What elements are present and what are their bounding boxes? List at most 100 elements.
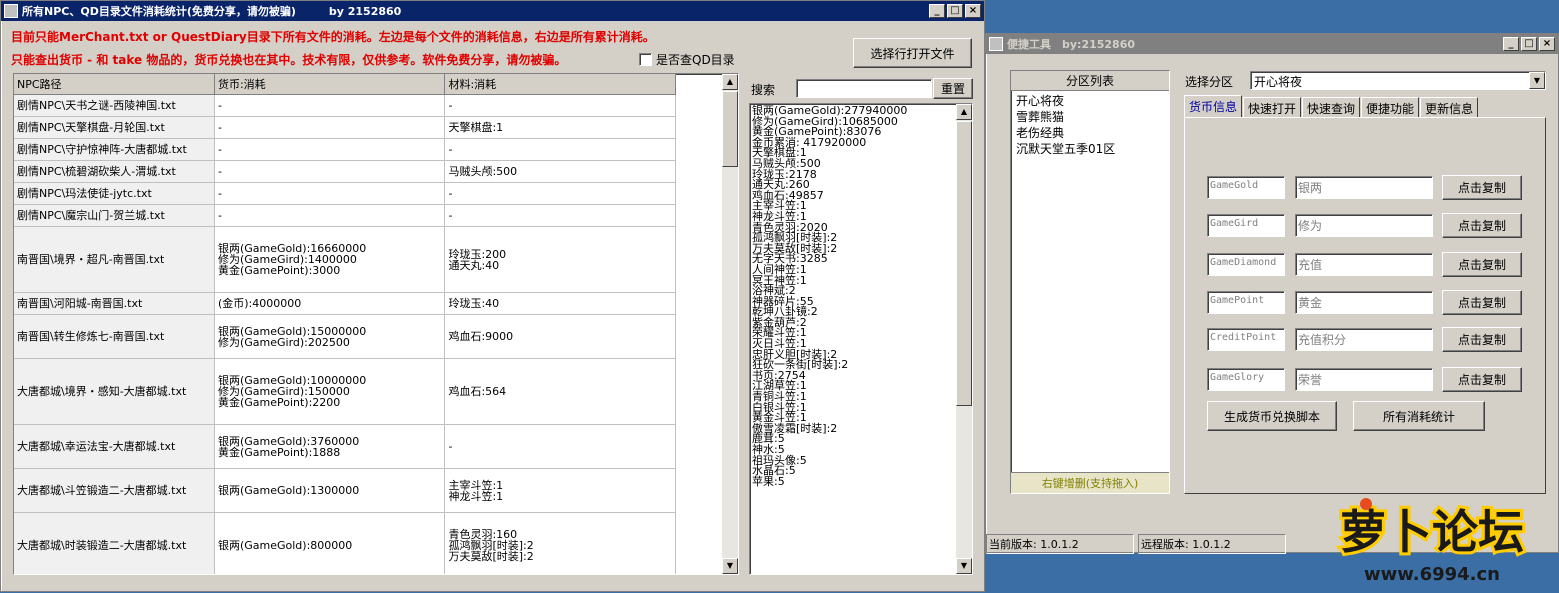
- scroll-thumb[interactable]: [722, 91, 738, 167]
- currency-code-field[interactable]: GamePoint: [1207, 291, 1285, 314]
- tool-maximize-icon[interactable]: □: [1521, 37, 1537, 51]
- table-row[interactable]: 剧情NPC\魔宗山门-贺兰城.txt - -: [14, 204, 676, 227]
- table-row[interactable]: 大唐都城\幸运法宝-大唐都城.txt 银两(GameGold):3760000 黄…: [14, 424, 676, 469]
- watermark-url: www.6994.cn: [1364, 564, 1500, 585]
- totals-text: 银两(GameGold):277940000 修为(GameGird):10685…: [750, 104, 972, 489]
- row-path-cell: 大唐都城\境界・感知-大唐都城.txt: [14, 358, 215, 425]
- totals-scroll-thumb[interactable]: [956, 121, 972, 406]
- totals-scrollbar[interactable]: ▲ ▼: [956, 104, 972, 574]
- zone-item[interactable]: 沉默天堂五季01区: [1016, 141, 1164, 157]
- zone-item[interactable]: 开心将夜: [1016, 93, 1164, 109]
- copy-button[interactable]: 点击复制: [1442, 367, 1522, 392]
- row-path-cell: 剧情NPC\天擎棋盘-月轮国.txt: [14, 116, 215, 139]
- currency-name-field[interactable]: 充值积分: [1295, 328, 1433, 351]
- row-currency-cell: -: [214, 160, 446, 183]
- npc-table: NPC路径 货币:消耗 材料:消耗 剧情NPC\天书之谜-西陵神国.txt - - 剧…: [13, 73, 739, 575]
- row-path-cell: 剧情NPC\梳碧湖砍柴人-渭城.txt: [14, 160, 215, 183]
- tool-minimize-icon[interactable]: _: [1503, 37, 1519, 51]
- scroll-down-icon[interactable]: ▼: [722, 558, 738, 574]
- tool-titlebar[interactable]: 便捷工具 by:2152860 _ □ ×: [986, 34, 1558, 54]
- copy-button[interactable]: 点击复制: [1442, 213, 1522, 238]
- currency-code-field[interactable]: GameGlory: [1207, 368, 1285, 391]
- tool-app-icon: [989, 37, 1003, 51]
- search-input[interactable]: [796, 79, 932, 98]
- open-file-button[interactable]: 选择行打开文件: [853, 38, 972, 68]
- zone-list: 分区列表 开心将夜 雪葬熊猫 老伤经典 沉默天堂五季01区 右键增删(支持拖入): [1010, 70, 1170, 494]
- currency-name-field[interactable]: 荣誉: [1295, 368, 1433, 391]
- currency-name-field[interactable]: 银两: [1295, 176, 1433, 199]
- currency-name-field[interactable]: 修为: [1295, 214, 1433, 237]
- tool-close-icon[interactable]: ×: [1539, 37, 1555, 51]
- all-stats-button[interactable]: 所有消耗统计: [1353, 401, 1485, 431]
- totals-list: 银两(GameGold):277940000 修为(GameGird):10685…: [749, 103, 973, 575]
- main-titlebar[interactable]: 所有NPC、QD目录文件消耗统计(免费分享，请勿被骗) by 2152860 _…: [1, 1, 984, 21]
- tool-window: 便捷工具 by:2152860 _ □ × 分区列表 开心将夜 雪葬熊猫 老伤经典沉…: [985, 33, 1559, 554]
- copy-button[interactable]: 点击复制: [1442, 252, 1522, 277]
- reset-button[interactable]: 重置: [933, 78, 973, 99]
- zone-item[interactable]: 雪葬熊猫: [1016, 109, 1164, 125]
- main-window-title: 所有NPC、QD目录文件消耗统计(免费分享，请勿被骗) by 2152860: [22, 5, 402, 18]
- row-material-cell: 主宰斗笠:1 神龙斗笠:1: [444, 468, 676, 513]
- currency-code-field[interactable]: GameDiamond: [1207, 253, 1285, 276]
- zone-item[interactable]: 老伤经典: [1016, 125, 1164, 141]
- checkbox-box[interactable]: [639, 53, 652, 66]
- table-row[interactable]: 南晋国\转生修炼七-南晋国.txt 银两(GameGold):15000000 修…: [14, 314, 676, 359]
- row-material-cell: 玲珑玉:40: [444, 292, 676, 315]
- table-row[interactable]: 南晋国\河阳城-南晋国.txt (金币):4000000 玲珑玉:40: [14, 292, 676, 315]
- row-material-cell: -: [444, 424, 676, 469]
- totals-scroll-up-icon[interactable]: ▲: [956, 104, 972, 120]
- row-material-cell: -: [444, 182, 676, 205]
- currency-code-field[interactable]: GameGird: [1207, 214, 1285, 237]
- col-header-path[interactable]: NPC路径: [14, 74, 215, 95]
- col-header-currency[interactable]: 货币:消耗: [214, 74, 446, 95]
- table-header-row: NPC路径 货币:消耗 材料:消耗: [14, 74, 676, 95]
- row-currency-cell: 银两(GameGold):800000: [214, 512, 446, 574]
- row-currency-cell: -: [214, 94, 446, 117]
- search-label: 搜索: [751, 83, 776, 97]
- minimize-icon[interactable]: _: [929, 4, 945, 18]
- scroll-up-icon[interactable]: ▲: [722, 74, 738, 90]
- row-path-cell: 大唐都城\幸运法宝-大唐都城.txt: [14, 424, 215, 469]
- totals-scroll-down-icon[interactable]: ▼: [956, 558, 972, 574]
- qd-checkbox[interactable]: 是否查QD目录: [639, 51, 735, 68]
- copy-button[interactable]: 点击复制: [1442, 175, 1522, 200]
- row-material-cell: 天擎棋盘:1: [444, 116, 676, 139]
- currency-name-field[interactable]: 充值: [1295, 253, 1433, 276]
- select-zone-label: 选择分区: [1185, 75, 1234, 89]
- table-row[interactable]: 剧情NPC\梳碧湖砍柴人-渭城.txt - 马贼头颅:500: [14, 160, 676, 183]
- close-icon[interactable]: ×: [965, 4, 981, 18]
- zone-list-footer: 右键增删(支持拖入): [1011, 472, 1169, 493]
- row-material-cell: 玲珑玉:200 通天丸:40: [444, 226, 676, 293]
- row-material-cell: 鸡血石:9000: [444, 314, 676, 359]
- table-row[interactable]: 剧情NPC\玛法使徒-jytc.txt - -: [14, 182, 676, 205]
- row-path-cell: 剧情NPC\天书之谜-西陵神国.txt: [14, 94, 215, 117]
- table-row[interactable]: 剧情NPC\天擎棋盘-月轮国.txt - 天擎棋盘:1: [14, 116, 676, 139]
- row-material-cell: 鸡血石:564: [444, 358, 676, 425]
- row-path-cell: 大唐都城\斗笠锻造二-大唐都城.txt: [14, 468, 215, 513]
- table-row[interactable]: 大唐都城\境界・感知-大唐都城.txt 银两(GameGold):10000000…: [14, 358, 676, 425]
- row-currency-cell: 银两(GameGold):1300000: [214, 468, 446, 513]
- currency-name-field[interactable]: 黄金: [1295, 291, 1433, 314]
- col-header-material[interactable]: 材料:消耗: [444, 74, 676, 95]
- currency-code-field[interactable]: CreditPoint: [1207, 328, 1285, 351]
- table-row[interactable]: 剧情NPC\天书之谜-西陵神国.txt - -: [14, 94, 676, 117]
- currency-code-field[interactable]: GameGold: [1207, 176, 1285, 199]
- row-currency-cell: 银两(GameGold):3760000 黄金(GamePoint):1888: [214, 424, 446, 469]
- row-material-cell: -: [444, 94, 676, 117]
- table-row[interactable]: 大唐都城\斗笠锻造二-大唐都城.txt 银两(GameGold):1300000 主…: [14, 468, 676, 513]
- gen-script-button[interactable]: 生成货币兑换脚本: [1207, 401, 1337, 431]
- maximize-icon[interactable]: □: [947, 4, 963, 18]
- table-row[interactable]: 南晋国\境界・超凡-南晋国.txt 银两(GameGold):16660000 修…: [14, 226, 676, 293]
- zone-select[interactable]: 开心将夜 ▼: [1250, 71, 1546, 90]
- row-path-cell: 南晋国\转生修炼七-南晋国.txt: [14, 314, 215, 359]
- table-row[interactable]: 大唐都城\时装锻造二-大唐都城.txt 银两(GameGold):800000 青色…: [14, 512, 676, 574]
- info-line-2: 只能查出货币 - 和 take 物品的，货币兑换也在其中。技术有限，仅供参考。软…: [11, 53, 567, 67]
- table-row[interactable]: 剧情NPC\守护惊神阵-大唐都城.txt - -: [14, 138, 676, 161]
- row-currency-cell: 银两(GameGold):10000000 修为(GameGird):15000…: [214, 358, 446, 425]
- table-scrollbar[interactable]: ▲ ▼: [722, 74, 738, 574]
- chevron-down-icon[interactable]: ▼: [1529, 72, 1545, 89]
- copy-button[interactable]: 点击复制: [1442, 290, 1522, 315]
- row-path-cell: 剧情NPC\守护惊神阵-大唐都城.txt: [14, 138, 215, 161]
- watermark-title: 萝卜论坛: [1340, 505, 1524, 559]
- copy-button[interactable]: 点击复制: [1442, 327, 1522, 352]
